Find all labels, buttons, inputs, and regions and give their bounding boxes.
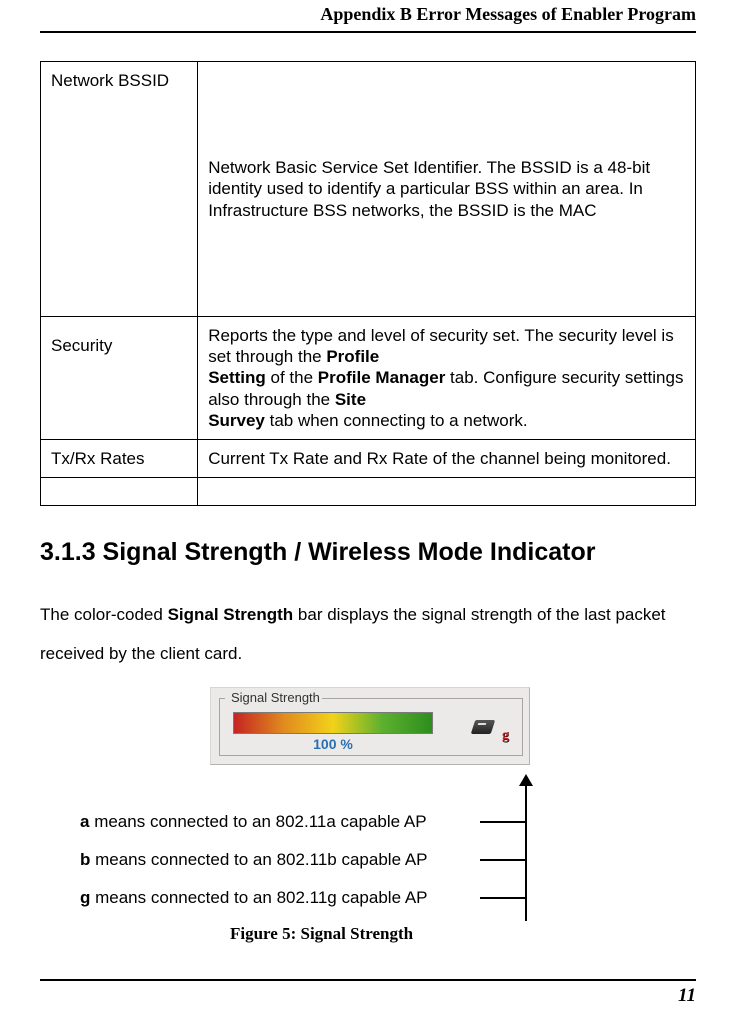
legend-text: means connected to an 802.11g capable AP <box>90 888 427 907</box>
signal-bar-fill <box>234 713 432 733</box>
footer-divider <box>40 979 696 981</box>
signal-percent: 100 % <box>233 736 433 752</box>
body-paragraph: The color-coded Signal Strength bar disp… <box>40 595 696 673</box>
bold-text: Survey <box>208 411 265 430</box>
mode-badge: g <box>502 728 509 744</box>
legend-row: b means connected to an 802.11b capable … <box>80 850 428 870</box>
desc-cell: Reports the type and level of security s… <box>198 316 696 439</box>
text: Reports the type and level of security s… <box>208 326 674 366</box>
section-heading: 3.1.3 Signal Strength / Wireless Mode In… <box>40 538 696 567</box>
table-row: Security Reports the type and level of s… <box>41 316 696 439</box>
arrow-up-icon <box>519 774 533 786</box>
fieldset-label: Signal Strength <box>229 690 322 705</box>
connector-line <box>525 786 527 921</box>
connector-line <box>480 897 525 899</box>
table-row: Network BSSID Network Basic Service Set … <box>41 62 696 317</box>
desc-cell: Current Tx Rate and Rx Rate of the chann… <box>198 440 696 478</box>
legend-row: g means connected to an 802.11g capable … <box>80 888 428 908</box>
bold-text: Signal Strength <box>168 605 294 624</box>
bold-text: Setting <box>208 368 266 387</box>
connector-line <box>480 821 525 823</box>
legend-row: a means connected to an 802.11a capable … <box>80 812 427 832</box>
text: of the <box>266 368 318 387</box>
term-cell: Tx/Rx Rates <box>41 440 198 478</box>
definitions-table: Network BSSID Network Basic Service Set … <box>40 61 696 506</box>
signal-bar-track <box>233 712 433 734</box>
bold-text: Site <box>335 390 366 409</box>
text: The color-coded <box>40 605 168 624</box>
desc-cell: Network Basic Service Set Identifier. Th… <box>198 62 696 317</box>
legend-text: means connected to an 802.11a capable AP <box>89 812 426 831</box>
signal-strength-panel: Signal Strength 100 % g <box>210 687 530 765</box>
header-title: Appendix B Error Messages of Enabler Pro… <box>320 4 696 24</box>
empty-cell <box>41 478 198 506</box>
legend-bold: b <box>80 850 90 869</box>
bold-text: Profile Manager <box>318 368 446 387</box>
empty-cell <box>198 478 696 506</box>
wireless-mode-icon: g <box>473 718 507 740</box>
figure-area: Signal Strength 100 % g a means connecte… <box>80 681 640 951</box>
legend-bold: g <box>80 888 90 907</box>
connector-line <box>480 859 525 861</box>
table-row-empty <box>41 478 696 506</box>
legend-text: means connected to an 802.11b capable AP <box>90 850 427 869</box>
definitions-table-wrap: Network BSSID Network Basic Service Set … <box>40 61 696 506</box>
table-row: Tx/Rx Rates Current Tx Rate and Rx Rate … <box>41 440 696 478</box>
term-cell: Network BSSID <box>41 62 198 317</box>
bold-text: Profile <box>326 347 379 366</box>
term-cell: Security <box>41 316 198 439</box>
page-header: Appendix B Error Messages of Enabler Pro… <box>40 0 696 33</box>
card-icon <box>471 720 496 734</box>
page-number: 11 <box>40 985 696 1007</box>
text: tab when connecting to a network. <box>265 411 528 430</box>
figure-caption: Figure 5: Signal Strength <box>230 924 413 944</box>
page-footer: 11 <box>40 979 696 1007</box>
